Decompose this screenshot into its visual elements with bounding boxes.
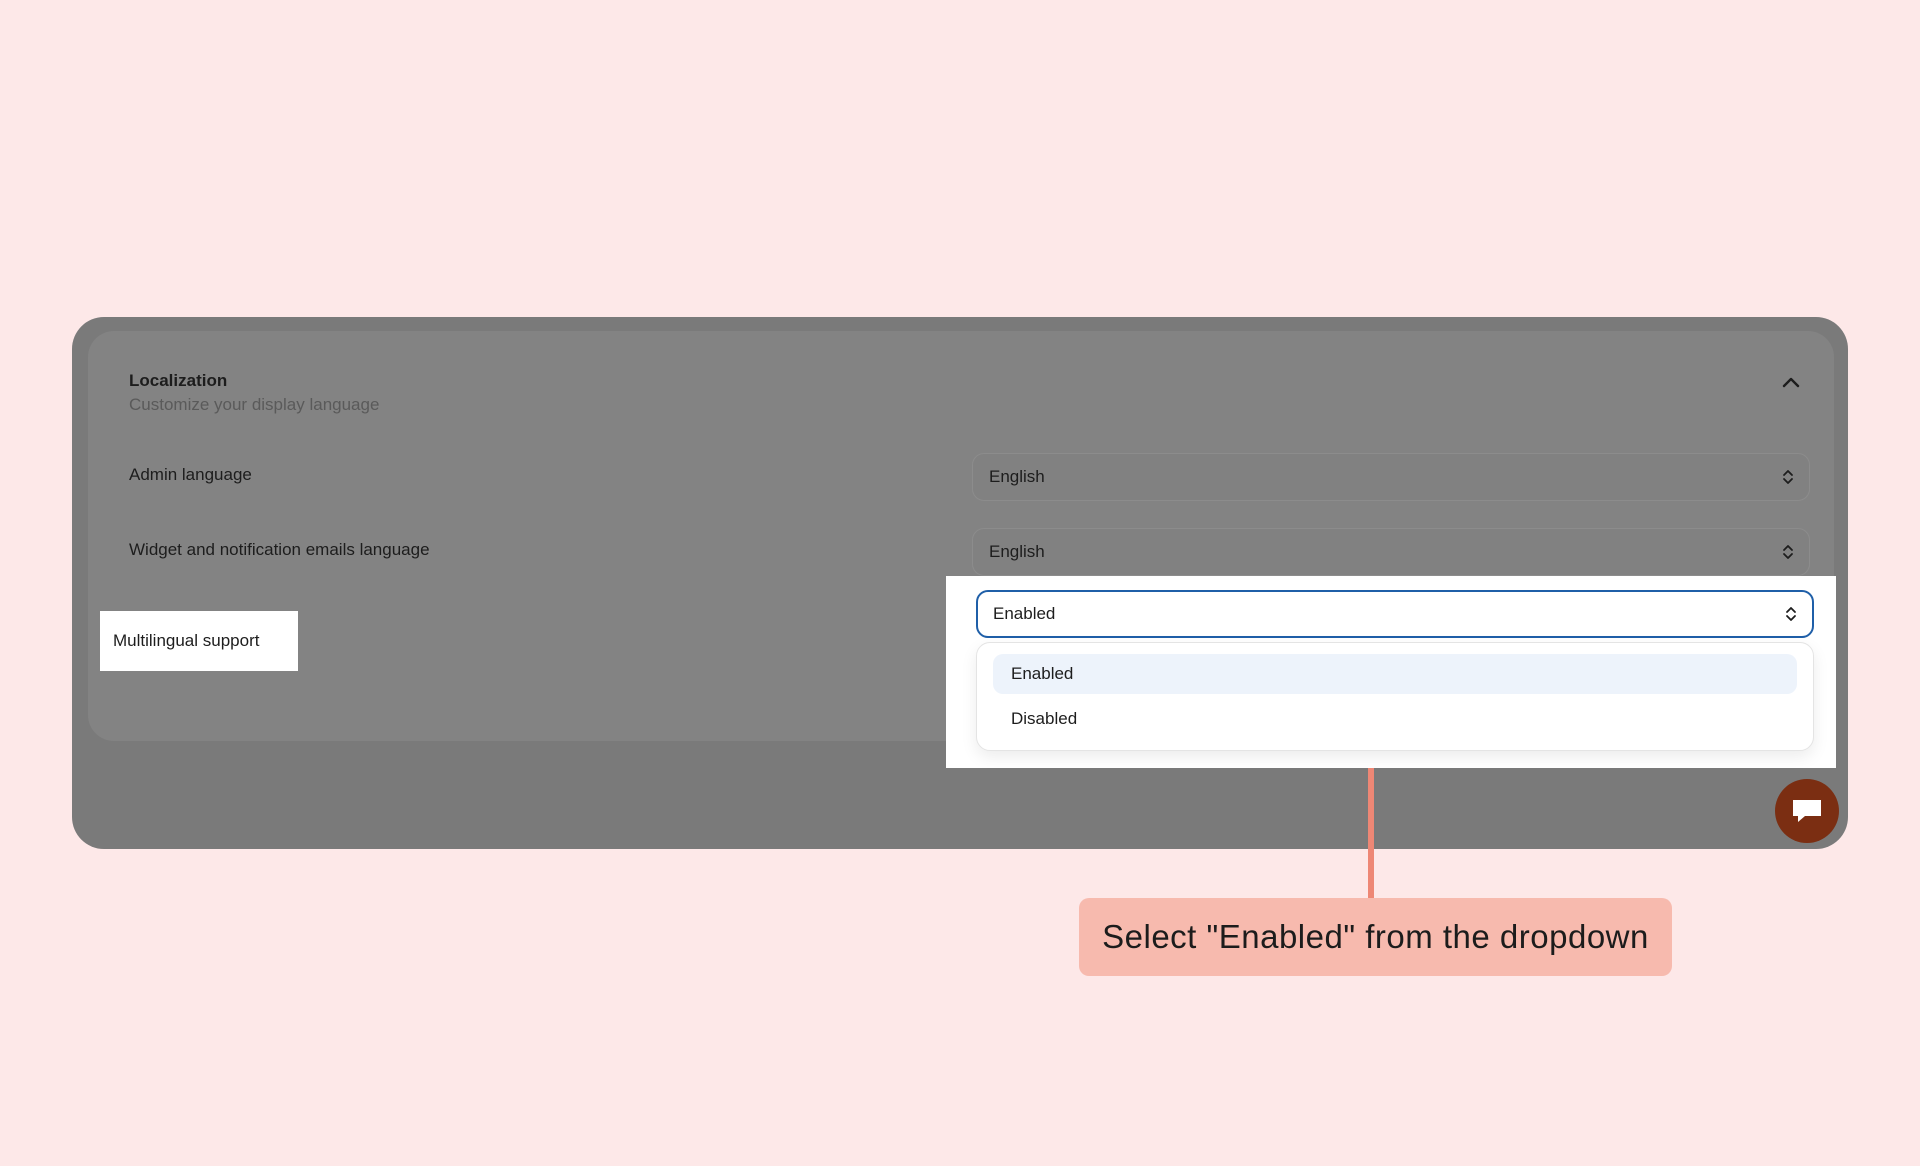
multilingual-support-value: Enabled — [993, 604, 1056, 623]
dropdown-menu: Enabled Disabled — [976, 642, 1814, 751]
admin-language-select[interactable]: English — [972, 453, 1810, 501]
widget-language-value: English — [989, 542, 1045, 561]
admin-language-label: Admin language — [129, 465, 252, 484]
select-chevron-icon — [1786, 607, 1796, 621]
section-title: Localization — [129, 371, 228, 390]
multilingual-support-label: Multilingual support — [100, 611, 298, 671]
chevron-up-icon — [1782, 377, 1800, 388]
section-subtitle: Customize your display language — [129, 395, 380, 414]
chat-bubble-icon — [1793, 800, 1821, 822]
option-disabled[interactable]: Disabled — [993, 699, 1797, 739]
widget-language-label: Widget and notification emails language — [129, 540, 430, 559]
multilingual-dropdown-area: Enabled Enabled Disabled — [946, 576, 1836, 768]
multilingual-support-select[interactable]: Enabled — [976, 590, 1814, 638]
select-chevron-icon — [1783, 470, 1793, 484]
option-enabled[interactable]: Enabled — [993, 654, 1797, 694]
collapse-button[interactable] — [1778, 369, 1804, 395]
chat-button[interactable] — [1775, 779, 1839, 843]
widget-language-select[interactable]: English — [972, 528, 1810, 576]
callout-connector — [1368, 768, 1374, 898]
instruction-callout: Select "Enabled" from the dropdown — [1079, 898, 1672, 976]
admin-language-value: English — [989, 467, 1045, 486]
select-chevron-icon — [1783, 545, 1793, 559]
